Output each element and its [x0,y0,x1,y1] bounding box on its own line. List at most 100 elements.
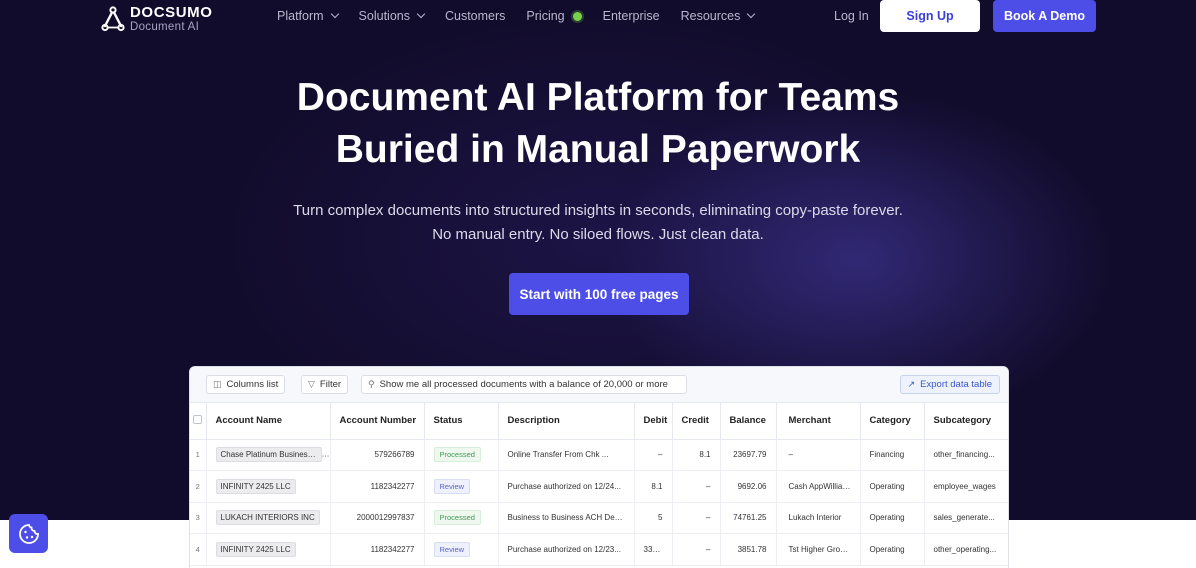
column-header[interactable]: Debit [634,403,673,440]
balance-cell: 23697.79 [720,439,777,471]
nav-item-label: Solutions [358,9,410,23]
subtitle-line-2: No manual entry. No siloed flows. Just c… [432,226,764,243]
table-row[interactable]: 3 LUKACH INTERIORS INC 2000012997837 Proces… [190,502,1008,534]
cookie-settings-button[interactable] [9,514,48,553]
status-cell: Processed [424,502,499,534]
documents-table: Account Name Account Number Status Descr… [190,403,1008,566]
export-label: Export data table [920,379,992,390]
balance-cell: 74761.25 [720,502,777,534]
merchant-cell: – [776,439,861,471]
credit-cell: – [672,470,721,503]
column-header[interactable]: Status [424,403,499,440]
account-name-chip[interactable]: Chase Platinum Business ... [215,447,322,463]
status-badge: Review [433,541,471,557]
table-row[interactable]: 2 INFINITY 2425 LLC 1182342277 Review Purcha… [190,470,1008,503]
column-header[interactable]: Subcategory [924,403,1008,440]
book-demo-button[interactable]: Book A Demo [993,0,1096,32]
table-row[interactable]: 1 Chase Platinum Business ... 579266789 Pro… [190,439,1008,471]
nav-item-label: Resources [680,9,741,23]
hero-subtitle: Turn complex documents into structured i… [0,199,1196,247]
debit-cell: 5 [634,502,673,534]
docsumo-logo-icon [101,6,125,32]
description-cell: Business to Business ACH Debit... [498,502,635,534]
status-badge: Processed [433,447,481,463]
account-name-cell: LUKACH INTERIORS INC [206,502,331,534]
select-all-checkbox[interactable] [193,414,203,424]
cookie-icon [18,523,39,544]
column-header[interactable]: Account Name [206,403,331,440]
column-header[interactable]: Description [498,403,635,440]
credit-cell: 8.1 [672,439,721,471]
subtitle-line-1: Turn complex documents into structured i… [293,202,903,219]
top-nav: DOCSUMO Document AI Platform Solutions C… [0,0,1196,34]
account-number-cell: 579266789 [330,439,425,471]
row-index: 1 [190,439,207,471]
status-dot-icon [572,11,582,21]
logo[interactable]: DOCSUMO Document AI [101,5,213,33]
table-row[interactable]: 4 INFINITY 2425 LLC 1182342277 Review Purcha… [190,533,1008,566]
column-header[interactable]: Account Number [330,403,425,440]
account-number-cell: 2000012997837 [330,502,425,534]
query-input[interactable]: ⚲ Show me all processed documents with a… [361,375,687,394]
credit-cell: – [672,502,721,534]
filter-label: Filter [319,379,342,390]
status-cell: Review [424,470,499,503]
subcategory-cell: sales_generate... [924,502,1008,534]
export-icon: ↗ [907,379,916,389]
status-cell: Review [424,533,499,566]
account-name-cell: INFINITY 2425 LLC [206,533,331,566]
category-cell: Operating [860,502,925,534]
account-name-cell: INFINITY 2425 LLC [206,470,331,503]
balance-cell: 3851.78 [720,533,777,566]
headline-line-2: Buried in Manual Paperwork [335,128,861,171]
category-cell: Operating [860,533,925,566]
merchant-cell: Tst Higher Ground... [776,533,861,566]
page-title: Document AI Platform for Teams Buried in… [0,72,1196,176]
table-toolbar: ◫ Columns list ▽ Filter ⚲ Show me all pr… [190,367,1008,403]
account-name-cell: Chase Platinum Business ... [206,439,331,471]
columns-list-button[interactable]: ◫ Columns list [206,375,286,394]
sign-up-button[interactable]: Sign Up [880,0,980,32]
columns-list-label: Columns list [226,379,279,390]
headline-line-1: Document AI Platform for Teams [296,76,900,119]
column-header[interactable]: Merchant [776,403,861,440]
merchant-cell: Lukach Interior [776,502,861,534]
status-badge: Processed [433,510,481,526]
column-header[interactable]: Balance [720,403,777,440]
account-name-chip[interactable]: INFINITY 2425 LLC [215,541,296,557]
merchant-cell: Cash AppWilliam M... [776,470,861,503]
credit-cell: – [672,533,721,566]
nav-item-resources[interactable]: Resources [680,8,756,24]
nav-links: Platform Solutions Customers Pricing Ent… [277,8,775,24]
nav-item-customers[interactable]: Customers [445,8,505,24]
status-cell: Processed [424,439,499,471]
category-cell: Operating [860,470,925,503]
start-free-pages-button[interactable]: Start with 100 free pages [509,273,689,315]
account-name-chip[interactable]: LUKACH INTERIORS INC [215,510,320,526]
nav-item-label: Customers [444,9,506,23]
nav-item-label: Pricing [526,9,565,23]
nav-item-pricing[interactable]: Pricing [526,8,582,24]
chevron-down-icon [747,9,756,19]
data-table-preview: ◫ Columns list ▽ Filter ⚲ Show me all pr… [189,366,1009,568]
nav-item-solutions[interactable]: Solutions [358,8,426,24]
login-link[interactable]: Log In [834,9,869,23]
row-index: 4 [190,533,207,566]
nav-item-platform[interactable]: Platform [277,8,339,24]
account-name-chip[interactable]: INFINITY 2425 LLC [215,478,296,494]
filter-button[interactable]: ▽ Filter [301,375,349,394]
logo-name: DOCSUMO [130,4,213,21]
category-cell: Financing [860,439,925,471]
description-cell: Online Transfer From Chk ... [498,439,635,471]
nav-item-enterprise[interactable]: Enterprise [603,8,660,24]
subcategory-cell: other_financing... [924,439,1008,471]
chevron-down-icon [416,9,426,19]
balance-cell: 9692.06 [720,470,777,503]
row-index: 2 [190,470,207,503]
filter-icon: ▽ [308,379,315,389]
debit-cell: 33.96 [634,533,673,566]
export-data-table-button[interactable]: ↗ Export data table [899,375,1000,394]
description-cell: Purchase authorized on 12/24... [498,470,635,503]
column-header[interactable]: Category [860,403,925,440]
column-header[interactable]: Credit [672,403,721,440]
